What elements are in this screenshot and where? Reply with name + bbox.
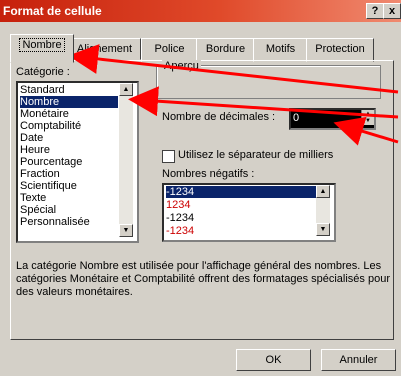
category-item-selected[interactable]: Nombre (20, 96, 118, 108)
category-item[interactable]: Heure (20, 144, 118, 156)
scroll-down-icon[interactable]: ▼ (316, 223, 330, 236)
category-description: La catégorie Nombre est utilisée pour l'… (16, 260, 390, 298)
decimals-value[interactable]: 0 (293, 112, 299, 124)
tab-protection[interactable]: Protection (306, 38, 374, 62)
tab-nombre[interactable]: Nombre (10, 34, 74, 63)
category-item[interactable]: Comptabilité (20, 120, 118, 132)
tab-alignement[interactable]: Alignement (72, 38, 141, 60)
category-item[interactable]: Scientifique (20, 180, 118, 192)
category-listbox[interactable]: Standard Nombre Monétaire Comptabilité D… (16, 81, 139, 243)
separator-label[interactable]: Utilisez le séparateur de milliers (178, 149, 333, 161)
category-item[interactable]: Date (20, 132, 118, 144)
negative-format-item[interactable]: -1234 (166, 225, 316, 237)
tab-bordure[interactable]: Bordure (196, 38, 255, 62)
decimals-label: Nombre de décimales : (162, 111, 276, 123)
scroll-down-icon[interactable]: ▼ (119, 224, 133, 237)
scroll-up-icon[interactable]: ▲ (316, 185, 330, 198)
format-cell-dialog: Format de cellule ? x Nombre Alignement … (0, 0, 401, 376)
decimals-spinbox[interactable]: 0 ▲ ▼ (289, 108, 376, 130)
category-scrollbar[interactable]: ▲ ▼ (119, 83, 133, 237)
category-label: Catégorie : (16, 66, 70, 78)
category-item[interactable]: Fraction (20, 168, 118, 180)
negatives-label: Nombres négatifs : (162, 168, 255, 180)
preview-label: Aperçu (162, 60, 201, 72)
cancel-button[interactable]: Annuler (321, 349, 396, 371)
title-bar: Format de cellule ? x (0, 0, 401, 22)
negative-format-item[interactable]: -1234 (166, 212, 316, 224)
negative-format-item-selected[interactable]: -1234 (166, 186, 316, 198)
category-item[interactable]: Pourcentage (20, 156, 118, 168)
dialog-title: Format de cellule (3, 4, 102, 18)
category-item[interactable]: Texte (20, 192, 118, 204)
negatives-scrollbar[interactable]: ▲ ▼ (316, 185, 330, 236)
category-item[interactable]: Spécial (20, 204, 118, 216)
scroll-up-icon[interactable]: ▲ (119, 83, 133, 96)
spin-down-icon[interactable]: ▼ (361, 117, 374, 125)
category-item[interactable]: Personnalisée (20, 216, 118, 228)
ok-button[interactable]: OK (236, 349, 311, 371)
tab-motifs[interactable]: Motifs (253, 38, 308, 62)
category-item[interactable]: Monétaire (20, 108, 118, 120)
close-button[interactable]: x (383, 3, 401, 19)
negative-format-item[interactable]: 1234 (166, 199, 316, 211)
help-button[interactable]: ? (366, 3, 384, 19)
tab-police[interactable]: Police (141, 38, 198, 62)
category-item[interactable]: Standard (20, 84, 118, 96)
separator-checkbox[interactable] (162, 150, 175, 163)
negatives-listbox[interactable]: -1234 1234 -1234 -1234 ▲ ▼ (162, 183, 336, 242)
